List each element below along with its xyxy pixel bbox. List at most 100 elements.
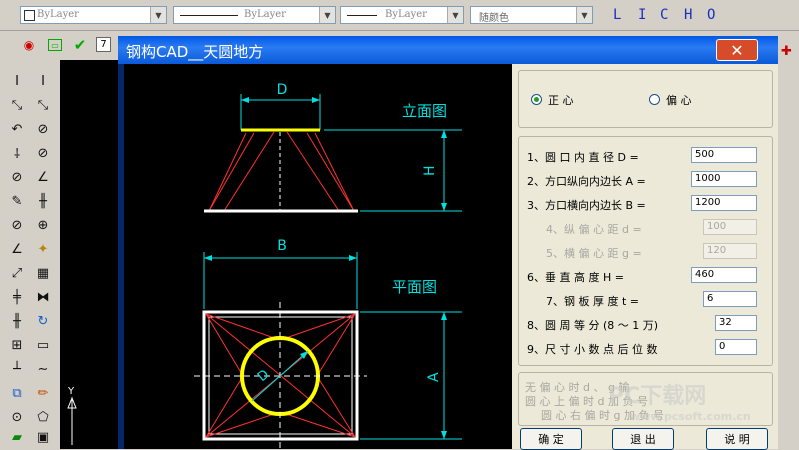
model-space-strip: Y: [60, 60, 120, 449]
color-combo-text: 随颜色: [479, 13, 509, 24]
linetype-combo-text: ByLayer: [244, 9, 286, 20]
field-label-t: 7、钢 板 厚 度 t =: [546, 295, 640, 308]
angle-icon[interactable]: ∠: [34, 168, 52, 186]
color-combo[interactable]: 随颜色 ▼: [470, 6, 593, 24]
leader-icon[interactable]: ⸸: [8, 144, 26, 162]
polygon-icon[interactable]: ⬠: [34, 408, 52, 426]
mirror-icon[interactable]: ⧓: [34, 288, 52, 306]
properties-toolbar: ByLayer ▼ ByLayer ▼ ByLayer ▼ 随颜色 ▼ L I …: [0, 0, 799, 31]
layer-combo-text: ByLayer: [37, 9, 79, 20]
tool-c-button[interactable]: C: [660, 7, 668, 23]
right-scroll-strip[interactable]: ✚: [778, 32, 799, 449]
input-diameter-d[interactable]: 500: [691, 147, 757, 163]
radio-offset-label: 偏 心: [666, 94, 692, 107]
chevron-down-icon[interactable]: ▼: [319, 7, 335, 23]
field-label-b: 3、方口横向内边长 B =: [527, 199, 646, 212]
field-label-d: 1、圆 口 内 直 径 D =: [527, 151, 639, 164]
close-button[interactable]: ✕: [716, 39, 758, 61]
vertical-dim-icon[interactable]: Ⅰ: [8, 72, 26, 90]
save-icon[interactable]: ▣: [34, 428, 52, 446]
baseline-dim-icon[interactable]: ╫: [34, 192, 52, 210]
spline-icon[interactable]: ∼: [34, 360, 52, 378]
ucs-icon: Y: [67, 386, 77, 445]
aligned-dim-icon[interactable]: ⤡: [8, 96, 26, 114]
radio-offset[interactable]: [649, 94, 660, 105]
chevron-down-icon[interactable]: ▼: [576, 7, 592, 23]
checkmark-icon[interactable]: ✔: [72, 36, 88, 54]
aligned-dim-icon[interactable]: ⤡: [34, 96, 52, 114]
lineweight-combo-text: ByLayer: [385, 9, 427, 20]
array-icon[interactable]: ▦: [34, 264, 52, 282]
continue-dim-icon[interactable]: ╪: [8, 288, 26, 306]
dialog-title: 钢构CAD__天圆地方: [126, 43, 264, 61]
input-thickness-t[interactable]: 6: [703, 291, 757, 307]
circle-slash-icon[interactable]: ⊘: [8, 168, 26, 186]
circle-slash-icon[interactable]: ⊘: [8, 216, 26, 234]
dialog-titlebar[interactable]: 钢构CAD__天圆地方 ✕: [118, 36, 778, 64]
pin-icon[interactable]: ✚: [781, 44, 792, 59]
dimensions-group: 1、圆 口 内 直 径 D = 500 2、方口纵向内边长 A = 1000 3…: [518, 136, 773, 366]
quick-dim-icon[interactable]: ⧉: [8, 384, 26, 402]
plan-label: 平面图: [392, 278, 437, 296]
pen-icon[interactable]: ✎: [8, 192, 26, 210]
number-seven-icon[interactable]: 7: [96, 37, 111, 52]
input-divisions[interactable]: 32: [715, 315, 757, 331]
exit-button[interactable]: 退 出: [612, 428, 674, 450]
linetype-combo[interactable]: ByLayer ▼: [173, 6, 336, 24]
chart-icon[interactable]: ▰: [8, 428, 26, 446]
elevation-label: 立面图: [402, 102, 447, 120]
input-decimals[interactable]: 0: [715, 339, 757, 355]
layer-combo[interactable]: ByLayer ▼: [20, 6, 167, 24]
edit-dim-icon[interactable]: ⤢: [8, 264, 26, 282]
draw-tool-palette: Ⅰ Ⅰ ⤡ ⤡ ↶ ⊘ ⸸ ⊘ ⊘ ∠ ✎ ╫ ⊘ ⊕ ∠ ✦ ⤢ ▦ ╪ ⧓ …: [0, 60, 61, 449]
tool-h-button[interactable]: H: [684, 7, 692, 23]
chevron-down-icon[interactable]: ▼: [150, 7, 166, 23]
center-mark-icon[interactable]: ⊕: [34, 216, 52, 234]
rotate-icon[interactable]: ↻: [34, 312, 52, 330]
angle-icon[interactable]: ∠: [8, 240, 26, 258]
baseline-dim-icon[interactable]: ╫: [8, 312, 26, 330]
chevron-down-icon[interactable]: ▼: [447, 7, 463, 23]
dim-d-inner-label: D: [255, 367, 272, 385]
arc-dim-icon[interactable]: ↶: [8, 120, 26, 138]
exit-button-label: 退 出: [630, 433, 656, 446]
close-icon: ✕: [730, 40, 744, 60]
dialog-window: 钢构CAD__天圆地方 ✕ D 立面图 H B 平面图 A D 正 心 偏 心 …: [118, 36, 778, 450]
field-label-h: 6、垂 直 高 度 H =: [527, 271, 624, 284]
field-label-d-offset: 4、纵 偏 心 距 d =: [546, 223, 642, 236]
field-label-g-offset: 5、横 偏 心 距 g =: [546, 247, 642, 260]
tools-icon[interactable]: ✦: [34, 240, 52, 258]
help-button-label: 说 明: [724, 433, 750, 446]
window-icon[interactable]: ▭: [48, 39, 62, 51]
input-length-b[interactable]: 1200: [691, 195, 757, 211]
preview-canvas: D 立面图 H B 平面图 A D: [124, 64, 512, 449]
input-height-h[interactable]: 460: [691, 267, 757, 283]
lineweight-preview: [347, 15, 377, 16]
parameter-panel: 正 心 偏 心 1、圆 口 内 直 径 D = 500 2、方口纵向内边长 A …: [512, 64, 778, 450]
center-mark-icon[interactable]: ⊙: [8, 408, 26, 426]
target-icon[interactable]: ◉: [21, 37, 37, 53]
pencil-icon[interactable]: ✏: [34, 384, 52, 402]
lineweight-combo[interactable]: ByLayer ▼: [340, 6, 464, 24]
rectangle-icon[interactable]: ▭: [34, 336, 52, 354]
help-button[interactable]: 说 明: [706, 428, 768, 450]
ok-button[interactable]: 确 定: [520, 428, 582, 450]
drawing-svg: D 立面图 H B 平面图 A D: [194, 82, 462, 449]
field-label-decimals: 9、尺 寸 小 数 点 后 位 数: [527, 343, 658, 356]
tool-i-button[interactable]: I: [638, 7, 646, 23]
input-offset-g[interactable]: 120: [703, 243, 757, 259]
circle-slash-icon[interactable]: ⊘: [34, 144, 52, 162]
color-swatch-icon: [24, 10, 35, 21]
circle-slash-icon[interactable]: ⊘: [34, 120, 52, 138]
centering-group: 正 心 偏 心: [518, 70, 773, 128]
tool-l-button[interactable]: L: [613, 7, 621, 23]
input-offset-d[interactable]: 100: [703, 219, 757, 235]
tolerance-icon[interactable]: ⊞: [8, 336, 26, 354]
vertical-dim-icon[interactable]: Ⅰ: [34, 72, 52, 90]
ordinate-dim-icon[interactable]: ┴: [8, 360, 26, 378]
tool-o-button[interactable]: O: [707, 7, 715, 23]
input-length-a[interactable]: 1000: [691, 171, 757, 187]
linetype-preview: [180, 15, 238, 16]
watermark-url: www.pcsoft.com.cn: [630, 410, 751, 423]
radio-centered[interactable]: [531, 94, 542, 105]
